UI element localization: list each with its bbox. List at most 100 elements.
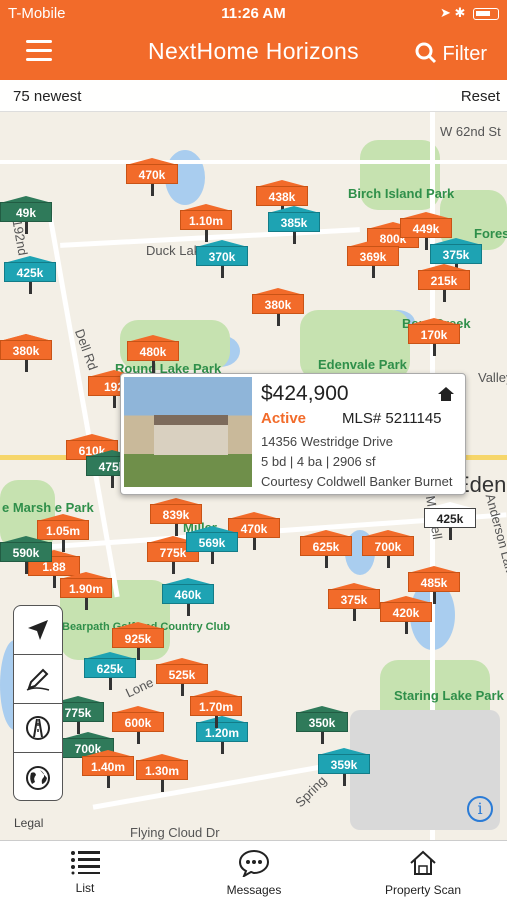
price-pin[interactable]: 49k (0, 196, 52, 256)
chat-bubble-icon (238, 849, 270, 877)
price-pin-label: 525k (156, 664, 208, 684)
price-pin[interactable]: 590k (0, 536, 52, 596)
results-bar: 75 newest Reset (0, 80, 507, 112)
price-pin[interactable]: 1.40m (82, 750, 134, 810)
price-pin-label: 600k (112, 712, 164, 732)
price-pin-label: 350k (296, 712, 348, 732)
listing-address: 14356 Westridge Drive (261, 434, 393, 449)
place-label: Staring Lake Park (394, 688, 504, 703)
tab-messages[interactable]: Messages (184, 849, 324, 897)
results-count: 75 newest (13, 88, 82, 105)
price-pin-label: 380k (252, 294, 304, 314)
street-label: Anderson Lakes (482, 492, 507, 587)
clock: 11:26 AM (221, 5, 286, 22)
map-type-button[interactable] (14, 753, 62, 802)
price-pin[interactable]: 369k (347, 240, 399, 300)
price-pin[interactable]: 1.30m (136, 754, 188, 814)
price-pin[interactable]: 569k (186, 526, 238, 586)
street-label: W 62nd St (440, 124, 501, 139)
price-pin-label: 1.40m (82, 756, 134, 776)
price-pin[interactable]: 460k (162, 578, 214, 638)
battery-icon: ➤ ✱ (440, 5, 499, 21)
place-label: Birch Island Park (348, 186, 455, 201)
price-pin-label: 569k (186, 532, 238, 552)
filter-button[interactable]: Filter (415, 42, 487, 66)
listing-courtesy: Courtesy Coldwell Banker Burnet (261, 474, 453, 489)
price-pin-label: 1.70m (190, 696, 242, 716)
price-pin-label: 425k (424, 508, 476, 528)
street-label: Flying Cloud Dr (130, 825, 220, 840)
price-pin-label: 925k (112, 628, 164, 648)
price-pin[interactable]: 370k (196, 240, 248, 300)
listing-status: Active (261, 410, 307, 427)
draw-button[interactable] (14, 655, 62, 704)
price-pin-label: 359k (318, 754, 370, 774)
road (0, 160, 507, 164)
price-pin-label: 460k (162, 584, 214, 604)
price-pin-label: 480k (127, 341, 179, 361)
map-view[interactable]: W 62nd St Duck Lake Tr Dell Rd Valley An… (0, 80, 507, 840)
price-pin-label: 215k (418, 270, 470, 290)
price-pin-label: 485k (408, 572, 460, 592)
place-label: Edenvale Park (318, 357, 407, 372)
legal-link[interactable]: Legal (14, 816, 43, 830)
pencil-icon (26, 668, 50, 691)
price-pin-label: 625k (84, 658, 136, 678)
price-pin[interactable]: 375k (328, 583, 380, 643)
listing-popup-card[interactable]: $424,900 Active MLS# 5211145 14356 Westr… (120, 373, 466, 495)
price-pin-label: 425k (4, 262, 56, 282)
price-pin-label: 700k (362, 536, 414, 556)
road-icon (26, 716, 50, 740)
house-scan-icon (410, 850, 436, 875)
price-pin-label: 420k (380, 602, 432, 622)
tab-property-scan-label: Property Scan (384, 883, 462, 897)
price-pin-label: 839k (150, 504, 202, 524)
listing-photo (124, 377, 252, 487)
location-arrow-icon (28, 620, 48, 640)
price-pin[interactable]: 1.70m (190, 690, 242, 750)
listing-mls: MLS# 5211145 (342, 410, 442, 427)
price-pin-label: 449k (400, 218, 452, 238)
price-pin[interactable]: 425k (424, 502, 476, 562)
price-pin-label: 369k (347, 246, 399, 266)
tab-list-label: List (75, 881, 95, 895)
listing-specs: 5 bd | 4 ba | 2906 sf (261, 454, 376, 469)
home-icon (438, 387, 454, 401)
price-pin-label: 470k (126, 164, 178, 184)
price-pin[interactable]: 170k (408, 318, 460, 378)
status-bar: T-Mobile 11:26 AM ➤ ✱ (0, 0, 507, 28)
price-pin-label: 385k (268, 212, 320, 232)
price-pin-label: 1.10m (180, 210, 232, 230)
price-pin-label: 170k (408, 324, 460, 344)
price-pin-label: 438k (256, 186, 308, 206)
price-pin[interactable]: 625k (300, 530, 352, 590)
commute-button[interactable] (14, 704, 62, 753)
price-pin[interactable]: 215k (418, 264, 470, 324)
map-tool-controls (13, 605, 63, 801)
price-pin[interactable]: 1.90m (60, 572, 112, 632)
price-pin-label: 1.90m (60, 578, 112, 598)
price-pin[interactable]: 700k (362, 530, 414, 590)
tab-messages-label: Messages (226, 883, 282, 897)
filter-label: Filter (442, 43, 487, 65)
price-pin[interactable]: 385k (268, 206, 320, 266)
price-pin[interactable]: 425k (4, 256, 56, 316)
price-pin[interactable]: 380k (252, 288, 304, 348)
place-label: e Marsh e Park (2, 500, 94, 515)
globe-icon (26, 765, 50, 790)
reset-button[interactable]: Reset (461, 88, 500, 105)
bottom-tab-bar: List Messages Property Scan (0, 840, 507, 900)
tab-property-scan[interactable]: Property Scan (353, 849, 493, 897)
price-pin[interactable]: 420k (380, 596, 432, 656)
price-pin-label: 590k (0, 542, 52, 562)
listing-price: $424,900 (261, 382, 349, 405)
price-pin[interactable]: 359k (318, 748, 370, 808)
locate-button[interactable] (14, 606, 62, 655)
tab-list[interactable]: List (15, 849, 155, 895)
price-pin-label: 49k (0, 202, 52, 222)
price-pin[interactable]: 380k (0, 334, 52, 394)
price-pin-label: 1.30m (136, 760, 188, 780)
info-button[interactable]: i (467, 796, 493, 822)
price-pin[interactable]: 470k (126, 158, 178, 218)
search-icon (415, 42, 436, 64)
